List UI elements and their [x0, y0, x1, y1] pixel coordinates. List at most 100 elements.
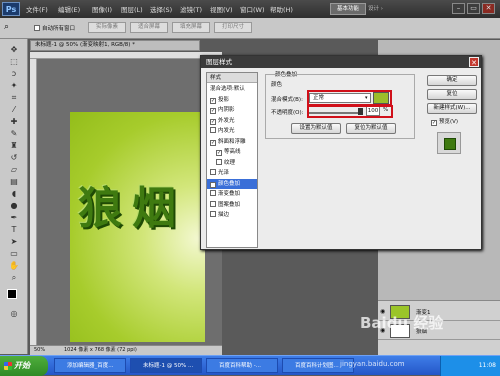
style-list-item[interactable]: 混合选项:默认 [207, 84, 257, 94]
style-list-item[interactable]: 图案叠加 [207, 200, 257, 210]
print-size-button[interactable]: 打印尺寸 [214, 22, 252, 33]
style-list-item[interactable]: 光泽 [207, 168, 257, 178]
workspace-design-link[interactable]: 设计 › [368, 3, 383, 15]
zoom-level[interactable]: 50% [34, 346, 45, 355]
start-button[interactable]: 开始 [0, 356, 48, 376]
style-checkbox[interactable] [210, 200, 216, 207]
menu-select[interactable]: 选择(S) [150, 4, 172, 14]
style-checkbox[interactable]: ✓ [210, 139, 216, 146]
dodge-tool-icon[interactable]: ● [6, 201, 22, 211]
style-checkbox[interactable] [210, 127, 216, 133]
clock[interactable]: 11:08 [479, 362, 496, 369]
menu-window[interactable]: 窗口(W) [240, 4, 265, 14]
menu-file[interactable]: 文件(F) [26, 4, 48, 14]
style-checkbox[interactable]: ✓ [210, 181, 216, 188]
stamp-tool-icon[interactable]: ♜ [6, 141, 22, 151]
style-list-item[interactable]: 纹理 [207, 158, 257, 168]
style-label: 混合选项:默认 [210, 86, 245, 92]
preview-swatch [444, 138, 456, 150]
menu-help[interactable]: 帮助(H) [270, 4, 293, 14]
style-list-item[interactable]: ✓ 内阴影 [207, 105, 257, 115]
magic-wand-tool-icon[interactable]: ✦ [6, 81, 22, 91]
style-list-item[interactable]: ✓ 颜色叠加 [207, 178, 257, 189]
menu-edit[interactable]: 编辑(E) [58, 4, 80, 14]
style-checkbox[interactable]: ✓ [210, 108, 216, 114]
menu-filter[interactable]: 滤镜(T) [180, 4, 202, 14]
app-bar: Ps 文件(F) 编辑(E) 图像(I) 图层(L) 选择(S) 滤镜(T) 视… [0, 0, 500, 18]
style-checkbox[interactable]: ✓ [210, 97, 216, 104]
document-tab[interactable]: 未标题-1 @ 50% (渐变映射1, RGB/8) * [30, 40, 200, 51]
pen-tool-icon[interactable]: ✒ [6, 213, 22, 223]
checkbox-box[interactable]: ✓ [431, 120, 437, 126]
actual-pixels-button[interactable]: 实际像素 [88, 22, 126, 33]
windows-taskbar: 开始 添加编辑器_百度... 未标题-1 @ 50% ... 百度百科帮助 -.… [0, 355, 500, 376]
fill-screen-button[interactable]: 填充屏幕 [172, 22, 210, 33]
preview-checkbox[interactable]: ✓ 预览(V) [431, 117, 458, 126]
options-bar: ⌕ 自动所有窗口 实际像素 适合屏幕 填充屏幕 打印尺寸 [0, 18, 500, 39]
crop-tool-icon[interactable]: ⌗ [6, 93, 22, 103]
auto-window-checkbox[interactable]: 自动所有窗口 [34, 24, 75, 32]
document-canvas[interactable]: 狼 烟 [70, 112, 205, 342]
eyedropper-tool-icon[interactable]: ⁄ [6, 105, 22, 115]
gradient-tool-icon[interactable]: ▤ [6, 177, 22, 187]
ruler-vertical [30, 59, 37, 345]
style-list-item[interactable]: 渐变叠加 [207, 189, 257, 199]
style-checkbox[interactable] [210, 190, 216, 196]
minimize-button[interactable]: – [452, 3, 465, 14]
menu-layer[interactable]: 图层(L) [121, 4, 143, 14]
style-list-item[interactable]: 内发光 [207, 126, 257, 136]
watermark-brand: Baidu 经验 [360, 314, 444, 332]
hand-tool-icon[interactable]: ✋ [6, 261, 22, 271]
zoom-tool-icon[interactable]: ⌕ [4, 22, 9, 32]
menu-image[interactable]: 图像(I) [92, 4, 112, 14]
new-style-button[interactable]: 新建样式(W)... [427, 103, 477, 114]
brush-tool-icon[interactable]: ✎ [6, 129, 22, 139]
type-tool-icon[interactable]: T [6, 225, 22, 235]
styles-list: 样式 混合选项:默认 ✓ 投影 ✓ 内阴影 ✓ 外发光 内发光 ✓ 斜面和浮雕 ✓ 等高线 纹理 光泽 ✓ 颜… [206, 72, 258, 248]
dialog-title[interactable]: 图层样式 [201, 56, 481, 68]
maximize-button[interactable]: ▭ [467, 3, 480, 14]
style-label: 外发光 [218, 117, 235, 124]
style-checkbox[interactable]: ✓ [210, 118, 216, 125]
taskbar-item[interactable]: 未标题-1 @ 50% ... [130, 358, 202, 373]
toolbox: ✥ ⬚ ↄ ✦ ⌗ ⁄ ✚ ✎ ♜ ↺ ▱ ▤ ◖ ● ✒ T ➤ ▭ ✋ ⌕ … [0, 39, 28, 354]
lasso-tool-icon[interactable]: ↄ [6, 69, 22, 79]
taskbar-item[interactable]: 添加编辑器_百度... [54, 358, 126, 373]
styles-header[interactable]: 样式 [207, 73, 257, 83]
history-brush-tool-icon[interactable]: ↺ [6, 153, 22, 163]
marquee-tool-icon[interactable]: ⬚ [6, 57, 22, 67]
healing-tool-icon[interactable]: ✚ [6, 117, 22, 127]
reset-default-button[interactable]: 复位为默认值 [346, 123, 396, 134]
quick-mask-icon[interactable]: ◎ [6, 309, 22, 319]
taskbar-item[interactable]: 百度百科帮助 -... [206, 358, 278, 373]
path-select-tool-icon[interactable]: ➤ [6, 237, 22, 247]
ok-button[interactable]: 确定 [427, 75, 477, 86]
workspace-button[interactable]: 基本功能 [330, 3, 366, 15]
style-list-item[interactable]: ✓ 外发光 [207, 116, 257, 126]
style-list-item[interactable]: ✓ 等高线 [207, 147, 257, 157]
eraser-tool-icon[interactable]: ▱ [6, 165, 22, 175]
blur-tool-icon[interactable]: ◖ [6, 189, 22, 199]
dialog-close-icon[interactable]: ✕ [469, 57, 479, 67]
style-list-item[interactable]: ✓ 斜面和浮雕 [207, 137, 257, 147]
blend-mode-label: 混合模式(B): [271, 97, 303, 103]
style-label: 纹理 [224, 159, 236, 166]
shape-tool-icon[interactable]: ▭ [6, 249, 22, 259]
close-app-button[interactable]: ✕ [482, 3, 495, 14]
style-checkbox[interactable]: ✓ [216, 150, 222, 156]
zoom-icon[interactable]: ⌕ [6, 273, 22, 283]
set-default-button[interactable]: 设置为默认值 [291, 123, 341, 134]
move-tool-icon[interactable]: ✥ [6, 45, 22, 55]
menu-view[interactable]: 视图(V) [210, 4, 233, 14]
fit-screen-button[interactable]: 适合屏幕 [130, 22, 168, 33]
checkbox-box[interactable] [34, 25, 40, 31]
style-list-item[interactable]: 描边 [207, 210, 257, 220]
style-label: 内阴影 [218, 107, 235, 113]
style-checkbox[interactable] [210, 169, 216, 175]
style-list-item[interactable]: ✓ 投影 [207, 95, 257, 105]
style-checkbox[interactable] [210, 211, 216, 217]
style-checkbox[interactable] [216, 158, 222, 165]
foreground-color-swatch[interactable] [7, 289, 17, 299]
system-tray: 11:08 [440, 356, 500, 376]
reset-button[interactable]: 复位 [427, 89, 477, 100]
